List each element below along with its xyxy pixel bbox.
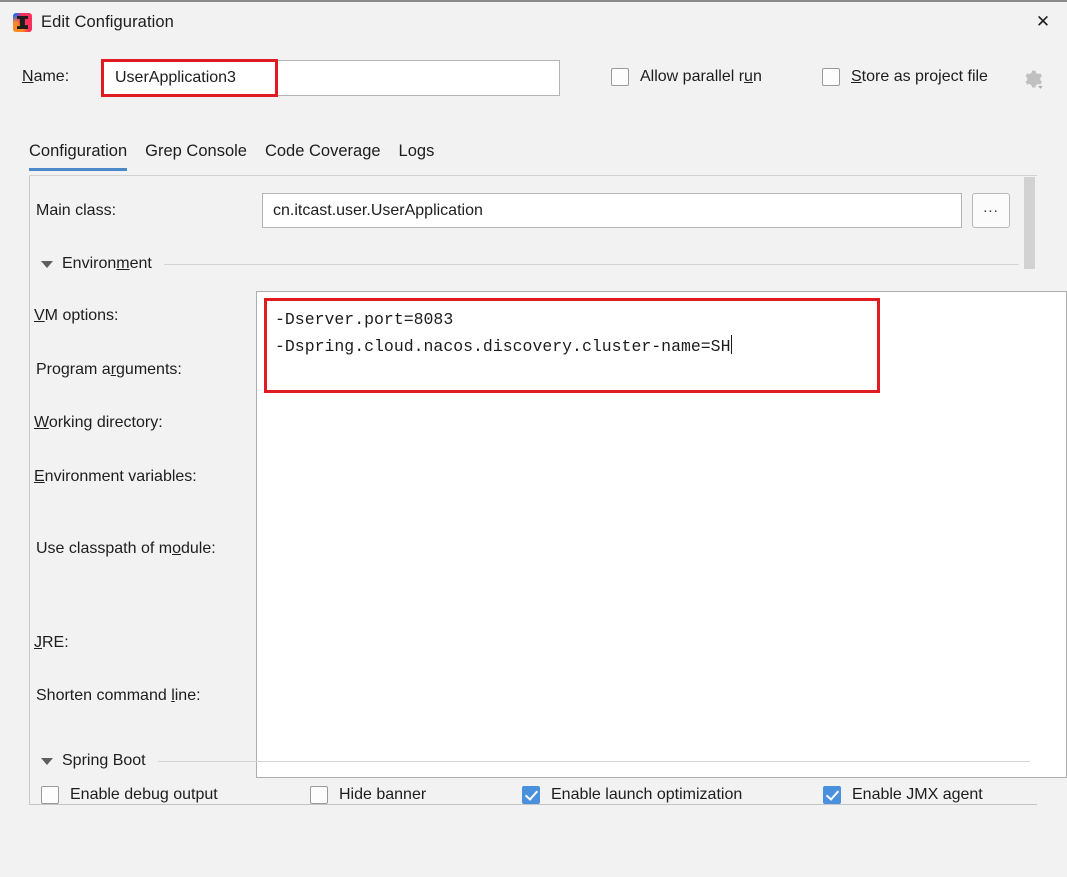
jre-label: JRE: <box>34 634 69 652</box>
tab-code-coverage[interactable]: Code Coverage <box>256 142 390 171</box>
store-as-project-file-checkbox[interactable] <box>822 68 840 86</box>
dialog-titlebar: Edit Configuration ✕ <box>0 0 1067 43</box>
gear-icon[interactable] <box>1022 68 1044 90</box>
vm-options-line-2: -Dspring.cloud.nacos.discovery.cluster-n… <box>275 337 730 356</box>
enable-jmx-agent-checkbox[interactable] <box>823 786 841 804</box>
enable-jmx-agent-label: Enable JMX agent <box>852 786 983 804</box>
main-class-label: Main class: <box>36 202 116 220</box>
enable-jmx-agent-checkbox-row[interactable]: Enable JMX agent <box>823 786 983 804</box>
use-classpath-of-module-label: Use classpath of module: <box>36 540 216 558</box>
vm-options-label: VM options: <box>34 307 118 325</box>
chevron-down-icon <box>41 758 53 765</box>
intellij-idea-icon <box>13 13 32 32</box>
working-directory-label: Working directory: <box>34 414 163 432</box>
store-as-project-file-label: Store as project file <box>851 68 988 86</box>
hide-banner-checkbox-row[interactable]: Hide banner <box>310 786 426 804</box>
section-environment[interactable]: Environment <box>41 255 1037 273</box>
section-spring-boot[interactable]: Spring Boot <box>41 752 1037 770</box>
enable-launch-optimization-label: Enable launch optimization <box>551 786 742 804</box>
enable-launch-optimization-checkbox[interactable] <box>522 786 540 804</box>
chevron-down-icon <box>41 261 53 268</box>
vm-options-text[interactable]: -Dserver.port=8083 -Dspring.cloud.nacos.d… <box>275 306 732 360</box>
enable-launch-optimization-checkbox-row[interactable]: Enable launch optimization <box>522 786 742 804</box>
edit-configuration-dialog: Edit Configuration ✕ Name: Allow paralle… <box>0 0 1067 877</box>
configuration-tabs: Configuration Grep Console Code Coverage… <box>29 142 443 171</box>
section-divider <box>164 264 1019 265</box>
dialog-footer: ? OK Cancel Apply CSDN @小曹爱编程者 <box>0 805 1067 877</box>
vm-options-expanded-editor[interactable]: -Dserver.port=8083 -Dspring.cloud.nacos.d… <box>256 291 1067 778</box>
tab-grep-console[interactable]: Grep Console <box>136 142 256 171</box>
tab-configuration[interactable]: Configuration <box>29 142 136 171</box>
main-class-browse-button[interactable]: ... <box>972 193 1010 228</box>
text-caret <box>731 335 732 354</box>
name-label: Name: <box>22 68 69 86</box>
tab-logs[interactable]: Logs <box>390 142 444 171</box>
configuration-name-input[interactable] <box>102 60 560 96</box>
name-label-rest: ame: <box>34 68 70 85</box>
panel-scrollbar-thumb[interactable] <box>1024 177 1035 269</box>
close-icon[interactable]: ✕ <box>1019 4 1067 40</box>
hide-banner-label: Hide banner <box>339 786 426 804</box>
name-label-mnemonic: N <box>22 68 34 85</box>
section-divider <box>158 761 1030 762</box>
vm-options-line-1: -Dserver.port=8083 <box>275 310 453 329</box>
dialog-title: Edit Configuration <box>41 13 174 32</box>
program-arguments-label: Program arguments: <box>36 361 182 379</box>
allow-parallel-run-checkbox-row[interactable]: Allow parallel run <box>611 68 762 86</box>
shorten-command-line-label: Shorten command line: <box>36 687 201 705</box>
enable-debug-output-checkbox[interactable] <box>41 786 59 804</box>
hide-banner-checkbox[interactable] <box>310 786 328 804</box>
enable-debug-output-checkbox-row[interactable]: Enable debug output <box>41 786 218 804</box>
store-as-project-file-checkbox-row[interactable]: Store as project file <box>822 68 988 86</box>
allow-parallel-run-label: Allow parallel run <box>640 68 762 86</box>
section-environment-label: Environment <box>62 255 152 273</box>
allow-parallel-run-checkbox[interactable] <box>611 68 629 86</box>
main-class-input[interactable] <box>262 193 962 228</box>
enable-debug-output-label: Enable debug output <box>70 786 218 804</box>
spring-boot-options-row: Enable debug output Hide banner Enable l… <box>0 778 1067 805</box>
environment-variables-label: Environment variables: <box>34 468 197 486</box>
section-spring-boot-label: Spring Boot <box>62 752 146 770</box>
